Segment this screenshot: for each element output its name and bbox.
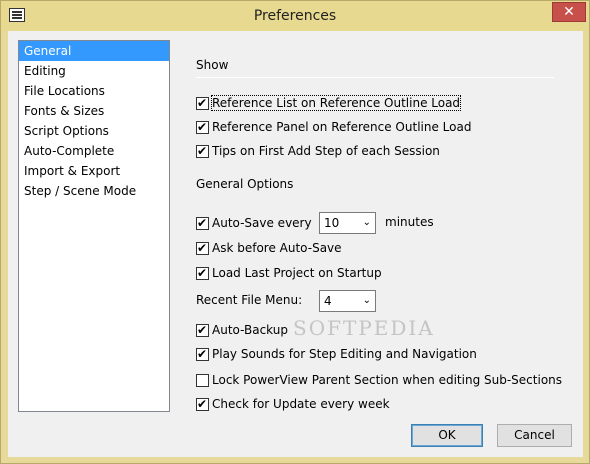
sidebar-item-editing[interactable]: Editing — [19, 61, 169, 81]
check-update-checkbox[interactable] — [196, 397, 209, 411]
show-heading: Show — [196, 58, 229, 72]
play-sounds-label: Play Sounds for Step Editing and Navigat… — [212, 347, 477, 361]
sidebar-item-file-locations[interactable]: File Locations — [19, 81, 169, 101]
sidebar-item-script-options[interactable]: Script Options — [19, 121, 169, 141]
tips-checkbox[interactable] — [196, 144, 209, 158]
reference-panel-option[interactable]: Reference Panel on Reference Outline Loa… — [196, 118, 471, 136]
sidebar-item-import-export[interactable]: Import & Export — [19, 161, 169, 181]
auto-backup-option[interactable]: Auto-Backup — [196, 321, 288, 339]
minutes-label: minutes — [385, 215, 434, 229]
reference-panel-checkbox[interactable] — [196, 120, 209, 134]
recent-file-menu-value: 4 — [324, 294, 332, 308]
sidebar-item-general[interactable]: General — [19, 41, 169, 61]
auto-backup-label: Auto-Backup — [212, 323, 288, 337]
check-update-label: Check for Update every week — [212, 397, 390, 411]
reference-list-checkbox[interactable] — [196, 96, 209, 110]
window-title: Preferences — [253, 8, 337, 24]
auto-save-interval-value: 10 — [324, 216, 340, 230]
watermark: SOFTPEDIA — [293, 316, 435, 340]
recent-file-menu-select[interactable]: 4 ⌄ — [319, 290, 376, 312]
category-list: General Editing File Locations Fonts & S… — [18, 40, 170, 412]
ask-before-label: Ask before Auto-Save — [212, 241, 342, 255]
ok-button[interactable]: OK — [411, 424, 483, 447]
tips-option[interactable]: Tips on First Add Step of each Session — [196, 142, 440, 160]
auto-backup-checkbox[interactable] — [196, 323, 209, 337]
dialog-body: General Editing File Locations Fonts & S… — [8, 31, 583, 457]
tips-label: Tips on First Add Step of each Session — [212, 144, 440, 158]
reference-panel-label: Reference Panel on Reference Outline Loa… — [212, 120, 472, 134]
show-divider — [196, 77, 554, 78]
play-sounds-option[interactable]: Play Sounds for Step Editing and Navigat… — [196, 345, 477, 363]
lock-powerview-checkbox[interactable] — [196, 373, 209, 387]
lock-powerview-option[interactable]: Lock PowerView Parent Section when editi… — [196, 371, 562, 389]
auto-save-checkbox[interactable] — [196, 216, 209, 230]
auto-save-option[interactable]: Auto-Save every — [196, 214, 312, 232]
ask-before-option[interactable]: Ask before Auto-Save — [196, 239, 342, 257]
sidebar-item-step-scene-mode[interactable]: Step / Scene Mode — [19, 181, 169, 201]
check-update-option[interactable]: Check for Update every week — [196, 395, 390, 413]
general-options-heading: General Options — [196, 177, 294, 191]
reference-list-label: Reference List on Reference Outline Load — [210, 95, 462, 111]
reference-list-option[interactable]: Reference List on Reference Outline Load — [196, 94, 462, 112]
load-last-label: Load Last Project on Startup — [212, 266, 382, 280]
play-sounds-checkbox[interactable] — [196, 347, 209, 361]
lock-powerview-label: Lock PowerView Parent Section when editi… — [212, 373, 563, 387]
chevron-down-icon: ⌄ — [362, 295, 371, 306]
recent-file-menu-label: Recent File Menu: — [196, 293, 303, 307]
chevron-down-icon: ⌄ — [362, 217, 371, 228]
load-last-option[interactable]: Load Last Project on Startup — [196, 264, 382, 282]
sidebar-item-fonts-sizes[interactable]: Fonts & Sizes — [19, 101, 169, 121]
sidebar-item-auto-complete[interactable]: Auto-Complete — [19, 141, 169, 161]
load-last-checkbox[interactable] — [196, 266, 209, 280]
ask-before-checkbox[interactable] — [196, 241, 209, 255]
auto-save-interval-select[interactable]: 10 ⌄ — [319, 212, 376, 234]
title-bar: Preferences ✕ — [1, 1, 589, 31]
close-button[interactable]: ✕ — [552, 2, 586, 22]
preferences-window: Preferences ✕ General Editing File Locat… — [0, 0, 590, 464]
auto-save-label: Auto-Save every — [212, 216, 312, 230]
cancel-button[interactable]: Cancel — [497, 424, 572, 447]
